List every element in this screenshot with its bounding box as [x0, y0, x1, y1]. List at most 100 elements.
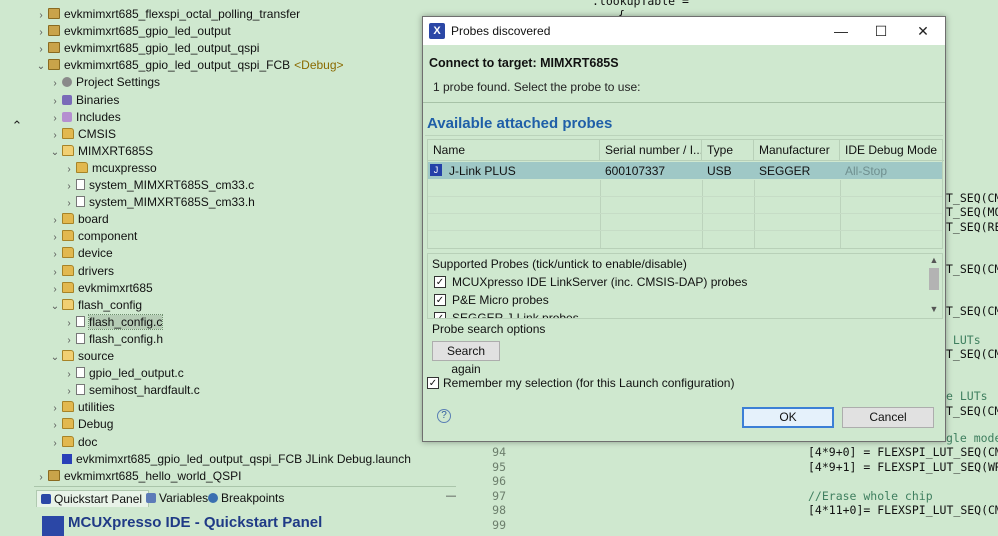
- code-fragment[interactable]: e LUTs: [946, 389, 988, 403]
- collapse-up-icon[interactable]: ⌃: [6, 116, 28, 136]
- close-window-icon[interactable]: ✕: [909, 21, 937, 41]
- scroll-thumb[interactable]: [929, 268, 939, 290]
- tab-quickstart-panel[interactable]: Quickstart Panel: [36, 490, 149, 507]
- tree-item[interactable]: ›component: [48, 228, 137, 245]
- chevron-right-icon[interactable]: ›: [62, 195, 76, 212]
- tree-item[interactable]: ›mcuxpresso: [62, 160, 157, 177]
- chevron-right-icon[interactable]: ›: [34, 469, 48, 486]
- tree-item[interactable]: ⌄evkmimxrt685_gpio_led_output_qspi_FCB<D…: [34, 57, 344, 74]
- chevron-right-icon[interactable]: ›: [48, 246, 62, 263]
- segger-checkbox[interactable]: ✓: [434, 312, 446, 319]
- chevron-right-icon[interactable]: ›: [34, 7, 48, 24]
- tree-item[interactable]: evkmimxrt685_gpio_led_output_qspi_FCB JL…: [48, 451, 411, 468]
- pemicro-checkbox[interactable]: ✓: [434, 294, 446, 306]
- chevron-right-icon[interactable]: ›: [62, 178, 76, 195]
- tree-item[interactable]: ›CMSIS: [48, 126, 116, 143]
- tree-item[interactable]: ⌄flash_config: [48, 297, 142, 314]
- tree-item[interactable]: ›flash_config.h: [62, 331, 163, 348]
- chevron-right-icon[interactable]: ›: [48, 93, 62, 110]
- chevron-down-icon[interactable]: ⌄: [48, 144, 62, 161]
- tree-item[interactable]: ›board: [48, 211, 109, 228]
- column-header-type[interactable]: Type: [702, 140, 754, 160]
- code-fragment[interactable]: T_SEQ(CM: [946, 262, 998, 276]
- column-header-name[interactable]: Name: [428, 140, 600, 160]
- tree-item[interactable]: ›system_MIMXRT685S_cm33.h: [62, 194, 255, 211]
- code-line[interactable]: [4*9+0] = FLEXSPI_LUT_SEQ(CMD: [808, 445, 998, 459]
- chevron-right-icon[interactable]: ›: [48, 400, 62, 417]
- chevron-right-icon[interactable]: ›: [48, 417, 62, 434]
- chevron-right-icon[interactable]: ›: [48, 264, 62, 281]
- chevron-down-icon[interactable]: ⌄: [48, 298, 62, 315]
- code-fragment[interactable]: T_SEQ(CM: [946, 404, 998, 418]
- code-fragment[interactable]: T_SEQ(CM: [946, 191, 998, 205]
- chevron-right-icon[interactable]: ›: [62, 383, 76, 400]
- code-fragment[interactable]: gle mode: [946, 431, 998, 445]
- code-line[interactable]: .lookupTable =: [592, 0, 689, 8]
- column-header-debug-mode[interactable]: IDE Debug Mode: [840, 140, 944, 160]
- tree-item[interactable]: ›Project Settings: [48, 74, 160, 91]
- chevron-right-icon[interactable]: ›: [48, 212, 62, 229]
- tree-item[interactable]: ⌄MIMXRT685S: [48, 143, 153, 160]
- code-fragment[interactable]: T_SEQ(CM: [946, 347, 998, 361]
- probe-manufacturer[interactable]: SEGGER: [754, 163, 840, 179]
- tree-item[interactable]: ›evkmimxrt685_flexspi_octal_polling_tran…: [34, 6, 300, 23]
- column-header-serial[interactable]: Serial number / I...: [600, 140, 702, 160]
- code-line[interactable]: [4*9+1] = FLEXSPI_LUT_SEQ(WRI: [808, 460, 998, 474]
- help-icon[interactable]: ?: [437, 409, 451, 423]
- chevron-down-icon[interactable]: ⌄: [34, 58, 48, 75]
- probe-type[interactable]: USB: [702, 163, 754, 179]
- chevron-right-icon[interactable]: ›: [48, 281, 62, 298]
- tree-item[interactable]: ›drivers: [48, 263, 114, 280]
- tree-item[interactable]: ⌄source: [48, 348, 114, 365]
- code-fragment[interactable]: T_SEQ(RE: [946, 220, 998, 234]
- tree-item[interactable]: ›device: [48, 245, 113, 262]
- tree-item[interactable]: ›Binaries: [48, 92, 119, 109]
- chevron-right-icon[interactable]: ›: [34, 24, 48, 41]
- chevron-right-icon[interactable]: ›: [62, 366, 76, 383]
- chevron-right-icon[interactable]: ›: [48, 127, 62, 144]
- tree-item[interactable]: ›evkmimxrt685_gpio_led_output_qspi: [34, 40, 259, 57]
- chevron-right-icon[interactable]: ›: [62, 315, 76, 332]
- minimize-window-icon[interactable]: —: [827, 21, 855, 41]
- tree-item[interactable]: ›system_MIMXRT685S_cm33.c: [62, 177, 254, 194]
- tree-item[interactable]: ›gpio_led_output.c: [62, 365, 184, 382]
- tree-item[interactable]: ›doc: [48, 434, 97, 451]
- linkserver-checkbox[interactable]: ✓: [434, 276, 446, 288]
- tree-item[interactable]: ›flash_config.c: [62, 314, 162, 331]
- chevron-right-icon[interactable]: ›: [62, 161, 76, 178]
- tree-item[interactable]: ›Includes: [48, 109, 121, 126]
- chevron-down-icon[interactable]: ⌄: [48, 349, 62, 366]
- probe-serial[interactable]: 600107337: [600, 163, 702, 179]
- tree-item[interactable]: ›evkmimxrt685: [48, 280, 153, 297]
- code-line[interactable]: //Erase whole chip: [808, 489, 933, 503]
- tree-item[interactable]: ›evkmimxrt685_gpio_led_output: [34, 23, 231, 40]
- column-header-manufacturer[interactable]: Manufacturer: [754, 140, 840, 160]
- tab-variables[interactable]: Variables: [146, 490, 208, 507]
- ok-button[interactable]: OK: [742, 407, 834, 428]
- dialog-titlebar[interactable]: X Probes discovered — ☐ ✕: [423, 17, 945, 45]
- scroll-up-icon[interactable]: ▲: [928, 255, 940, 265]
- probe-debug-mode[interactable]: All-Stop: [840, 163, 940, 179]
- tree-item[interactable]: ›utilities: [48, 399, 115, 416]
- tab-breakpoints[interactable]: Breakpoints: [208, 490, 284, 507]
- tree-item[interactable]: ›semihost_hardfault.c: [62, 382, 200, 399]
- code-fragment[interactable]: T_SEQ(MO: [946, 205, 998, 219]
- code-fragment[interactable]: LUTs: [946, 333, 981, 347]
- tree-item[interactable]: ›evkmimxrt685_hello_world_QSPI: [34, 468, 241, 485]
- chevron-right-icon[interactable]: ›: [48, 75, 62, 92]
- tree-item[interactable]: ›Debug: [48, 416, 113, 433]
- cancel-button[interactable]: Cancel: [842, 407, 934, 428]
- chevron-right-icon[interactable]: ›: [34, 41, 48, 58]
- maximize-window-icon[interactable]: ☐: [867, 21, 895, 41]
- chevron-right-icon[interactable]: ›: [48, 435, 62, 452]
- supported-scrollbar[interactable]: ▲ ▼: [926, 254, 942, 318]
- chevron-right-icon[interactable]: ›: [48, 110, 62, 127]
- probe-name[interactable]: J-Link PLUS: [444, 163, 600, 179]
- code-fragment[interactable]: T_SEQ(CM: [946, 304, 998, 318]
- code-line[interactable]: [4*11+0]= FLEXSPI_LUT_SEQ(CMD: [808, 503, 998, 517]
- remember-selection-checkbox[interactable]: ✓: [427, 377, 439, 389]
- chevron-right-icon[interactable]: ›: [62, 332, 76, 349]
- chevron-right-icon[interactable]: ›: [48, 229, 62, 246]
- scroll-down-icon[interactable]: ▼: [928, 304, 940, 314]
- search-again-button[interactable]: Search again: [432, 341, 500, 361]
